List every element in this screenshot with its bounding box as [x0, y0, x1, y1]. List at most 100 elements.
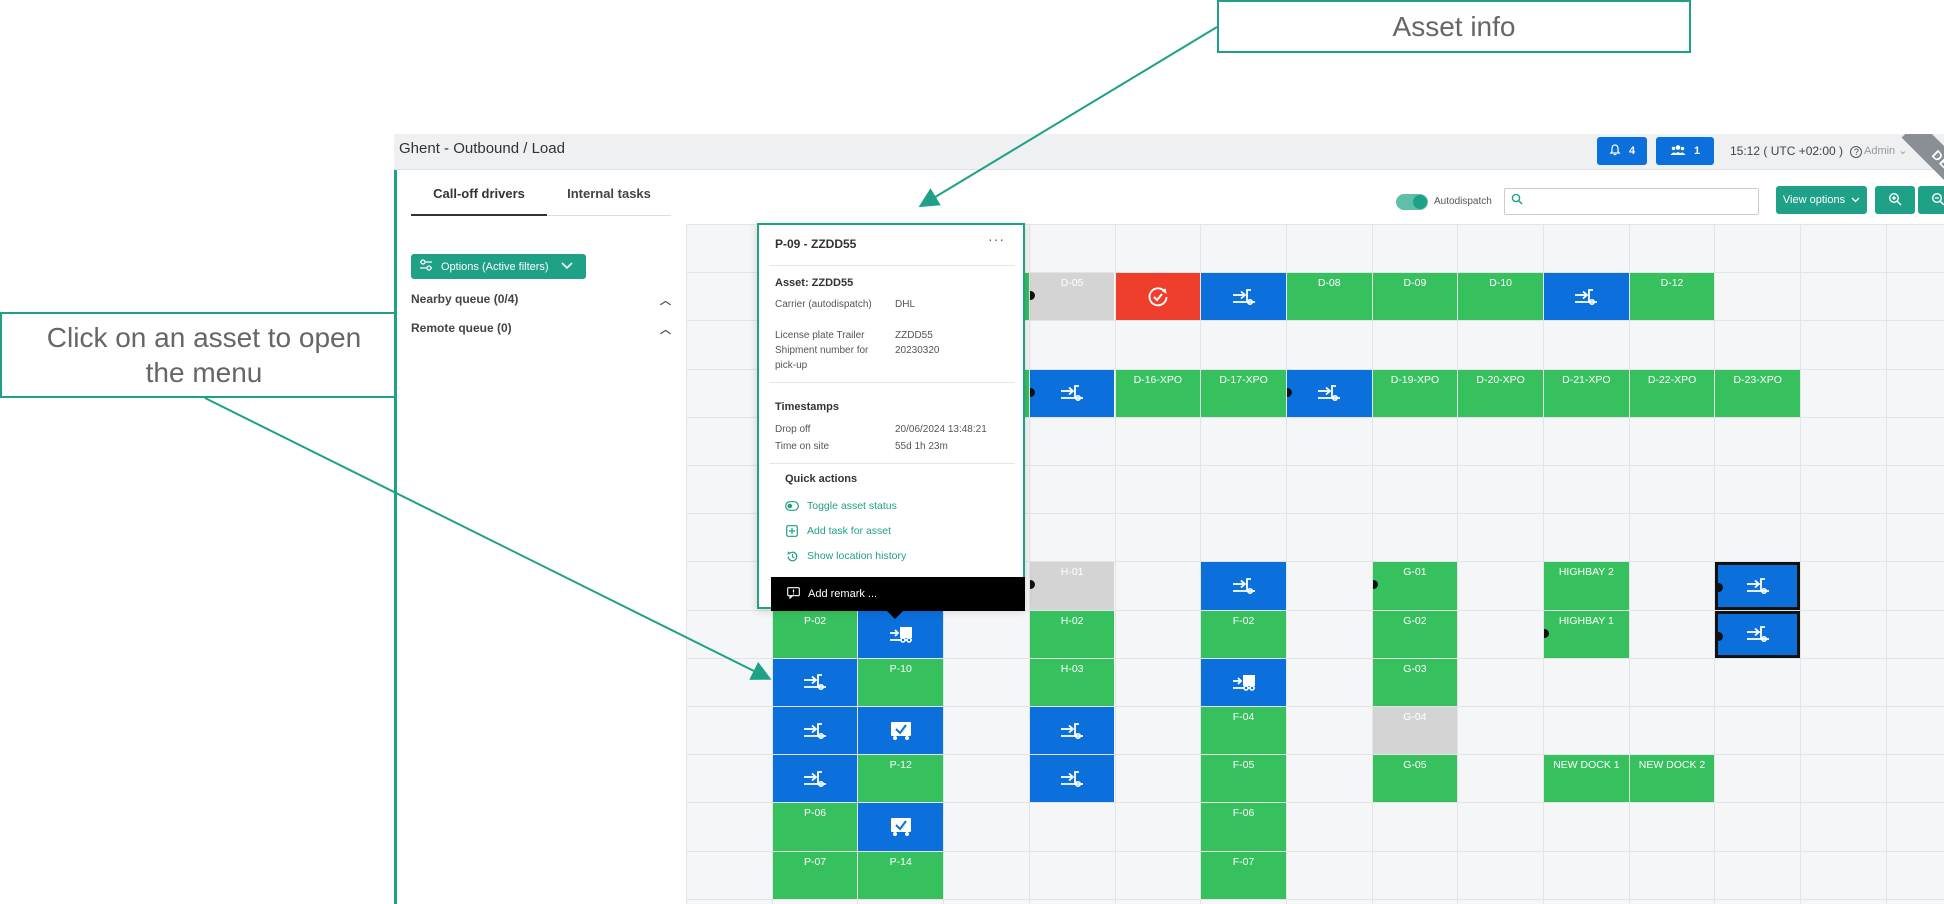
options-filter-button[interactable]: Options (Active filters) — [411, 254, 586, 279]
notifications-button[interactable]: 4 — [1597, 137, 1647, 165]
dock-label: HIGHBAY 2 — [1558, 566, 1614, 579]
dock-f-07[interactable]: F-07 — [1201, 851, 1286, 899]
trailer-dispatch-icon — [1544, 273, 1629, 320]
dock-g-01[interactable]: G-01 — [1372, 562, 1458, 610]
occupied-asset[interactable] — [1715, 562, 1801, 610]
timestamp-value: 20/06/2024 13:48:21 — [895, 424, 987, 435]
tab-call-off-drivers[interactable]: Call-off drivers — [411, 186, 547, 201]
dock-label: P-14 — [889, 855, 912, 868]
dock-label: P-12 — [889, 759, 912, 772]
occupied-asset[interactable] — [858, 803, 944, 851]
occupied-asset[interactable] — [772, 707, 858, 755]
occupied-asset[interactable] — [858, 707, 944, 755]
chevron-down-icon — [1851, 194, 1860, 206]
dock-d-17-xpo[interactable]: D-17-XPO — [1201, 369, 1286, 417]
dock-label: D-21-XPO — [1562, 373, 1611, 386]
dock-h-02[interactable]: H-02 — [1029, 610, 1115, 658]
occupied-asset[interactable] — [1115, 273, 1201, 321]
notifications-count: 4 — [1628, 145, 1636, 157]
dock-p-07[interactable]: P-07 — [772, 851, 858, 899]
zoom-out-button[interactable] — [1918, 186, 1944, 214]
dock-p-12[interactable]: P-12 — [858, 755, 944, 803]
field-label: Carrier (autodispatch) — [775, 299, 872, 310]
dock-label: NEW DOCK 1 — [1553, 759, 1620, 772]
dock-label: D-22-XPO — [1647, 373, 1697, 386]
occupied-asset[interactable] — [772, 658, 858, 706]
zoom-in-button[interactable] — [1875, 186, 1915, 214]
add-remark-input[interactable]: Add remark ... — [771, 577, 1025, 611]
occupied-asset[interactable] — [1201, 273, 1286, 321]
dock-label: D-09 — [1403, 277, 1427, 290]
dock-d-19-xpo[interactable]: D-19-XPO — [1372, 369, 1458, 417]
dock-f-02[interactable]: F-02 — [1201, 610, 1286, 658]
occupied-asset[interactable] — [1201, 562, 1286, 610]
dock-p-10[interactable]: P-10 — [858, 658, 944, 706]
user-menu[interactable]: Admin ⌄ — [1864, 144, 1907, 157]
chevron-up-icon: ︿ — [660, 295, 671, 307]
dock-highbay-2[interactable]: HIGHBAY 2 — [1544, 562, 1629, 610]
dock-label: F-02 — [1232, 614, 1255, 627]
grid-line — [686, 898, 1944, 900]
dock-f-06[interactable]: F-06 — [1201, 803, 1286, 851]
occupied-asset[interactable] — [1029, 755, 1115, 803]
dock-h-01[interactable]: H-01 — [1029, 562, 1115, 610]
dock-d-20-xpo[interactable]: D-20-XPO — [1458, 369, 1543, 417]
dock-d-22-xpo[interactable]: D-22-XPO — [1629, 369, 1715, 417]
tab-internal-tasks[interactable]: Internal tasks — [547, 186, 671, 201]
dock-p-14[interactable]: P-14 — [858, 851, 944, 899]
autodispatch-toggle[interactable] — [1396, 194, 1428, 210]
dock-d-10[interactable]: D-10 — [1458, 273, 1543, 321]
dock-d-09[interactable]: D-09 — [1372, 273, 1458, 321]
status-dot — [1029, 291, 1035, 301]
dock-label: D-08 — [1317, 277, 1341, 290]
clock-text: 15:12 ( UTC +02:00 ) — [1730, 144, 1844, 158]
occupied-asset[interactable] — [772, 755, 858, 803]
view-options-button[interactable]: View options — [1776, 186, 1867, 214]
top-bar: Ghent - Outbound / Load 4 1 15:12 ( UTC … — [394, 134, 1944, 216]
dock-g-05[interactable]: G-05 — [1372, 755, 1458, 803]
dock-d-08[interactable]: D-08 — [1286, 273, 1372, 321]
dock-d-12[interactable]: D-12 — [1629, 273, 1715, 321]
nearby-queue-header[interactable]: Nearby queue (0/4) ︿ — [411, 292, 671, 307]
occupied-asset[interactable] — [1029, 369, 1115, 417]
dock-d-05[interactable]: D-05 — [1029, 273, 1115, 321]
dock-p-02[interactable]: P-02 — [772, 610, 858, 658]
help-icon[interactable]: ? — [1850, 146, 1863, 158]
search-input[interactable] — [1504, 188, 1759, 215]
dock-new-dock-1[interactable]: NEW DOCK 1 — [1544, 755, 1629, 803]
trailer-dispatch-icon — [1718, 565, 1797, 606]
add-task-action[interactable]: Add task for asset — [785, 524, 891, 538]
dock-label: H-02 — [1060, 614, 1084, 627]
bell-icon — [1609, 143, 1621, 159]
occupied-asset[interactable] — [1715, 610, 1801, 658]
occupied-asset[interactable] — [1201, 658, 1286, 706]
dock-g-03[interactable]: G-03 — [1372, 658, 1458, 706]
location-history-action[interactable]: Show location history — [785, 549, 906, 563]
remark-placeholder: Add remark ... — [808, 588, 878, 600]
toggle-asset-status-action[interactable]: Toggle asset status — [785, 499, 897, 513]
remote-queue-header[interactable]: Remote queue (0) ︿ — [411, 321, 671, 336]
dock-g-04[interactable]: G-04 — [1372, 707, 1458, 755]
dock-d-23-xpo[interactable]: D-23-XPO — [1715, 369, 1801, 417]
dock-f-04[interactable]: F-04 — [1201, 707, 1286, 755]
truck-check-icon — [858, 707, 943, 754]
occupied-asset[interactable] — [1286, 369, 1372, 417]
dock-f-05[interactable]: F-05 — [1201, 755, 1286, 803]
dock-label: NEW DOCK 2 — [1638, 759, 1706, 772]
dock-p-06[interactable]: P-06 — [772, 803, 858, 851]
sidebar: Call-off drivers Internal tasks Options … — [397, 170, 683, 904]
occupied-asset[interactable] — [1029, 707, 1115, 755]
more-options-icon[interactable]: ··· — [988, 231, 1005, 247]
dock-highbay-1[interactable]: HIGHBAY 1 — [1544, 610, 1629, 658]
zoom-in-icon — [1888, 192, 1902, 209]
dock-d-16-xpo[interactable]: D-16-XPO — [1115, 369, 1201, 417]
action-label: Show location history — [807, 550, 907, 562]
asset-heading: Asset: ZZDD55 — [775, 277, 854, 289]
occupied-asset[interactable] — [1544, 273, 1629, 321]
dock-new-dock-2[interactable]: NEW DOCK 2 — [1629, 755, 1715, 803]
users-button[interactable]: 1 — [1656, 137, 1714, 165]
dock-h-03[interactable]: H-03 — [1029, 658, 1115, 706]
timestamp-label: Time on site — [775, 441, 830, 452]
dock-d-21-xpo[interactable]: D-21-XPO — [1544, 369, 1629, 417]
dock-g-02[interactable]: G-02 — [1372, 610, 1458, 658]
